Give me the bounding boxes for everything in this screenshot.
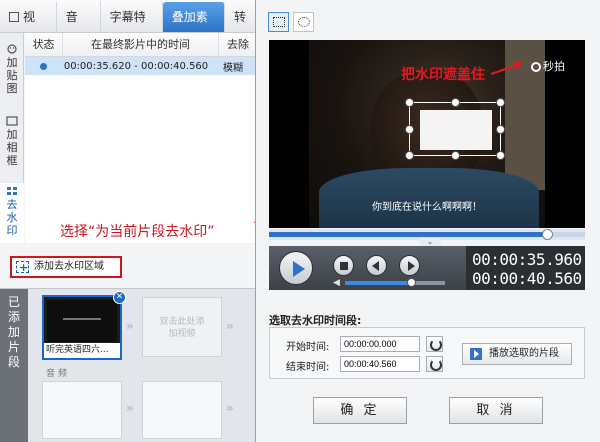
tab-subtitle[interactable]: 字幕特效 [101, 2, 163, 54]
chevron-down-icon[interactable]: ⌄ [419, 238, 441, 246]
frame-icon [6, 116, 18, 126]
side-tabs: 加贴图 加相框 去水印 [0, 33, 24, 243]
chevron-right-icon: » [226, 401, 234, 415]
empty-clip-text: 双击此处添加视频 [159, 317, 205, 339]
player-controls: ◀ 00:00:35.960 00:00:40.560 [269, 246, 585, 290]
add-watermark-label: 添加去水印区域 [34, 261, 104, 272]
time-range-panel: 开始时间: 结束时间: 播放选取的片段 [269, 327, 585, 379]
video-icon [9, 12, 19, 22]
sticker-icon [7, 44, 17, 54]
next-frame-button[interactable] [399, 255, 420, 276]
added-clips-label: 已添加片段 [0, 289, 28, 442]
chevron-right-icon: » [126, 401, 134, 415]
timeline: 已添加片段 听完英语四六... ✕ » 双击此处添加视频 » 音 频 » » [0, 288, 255, 442]
table-row[interactable]: 00:00:35.620 - 00:00:40.560 模糊 [25, 57, 255, 75]
start-time-label: 开始时间: [286, 342, 330, 353]
tab-overlay[interactable]: 叠加素材 [162, 2, 225, 54]
resize-handle[interactable] [405, 151, 414, 160]
tab-video[interactable]: 视 频 [0, 2, 57, 54]
rectangle-select-button[interactable] [268, 12, 289, 32]
chevron-right-icon: » [226, 319, 234, 333]
watermark-list: 状态 在最终影片中的时间 去除 00:00:35.620 - 00:00:40.… [25, 33, 255, 243]
tab-audio[interactable]: 音 频 [57, 2, 101, 54]
volume-icon: ◀ [333, 278, 340, 288]
shape-toolbar [268, 12, 314, 34]
side-tab-label: 去水印 [6, 198, 18, 237]
range-title: 选取去水印时间段: [269, 314, 362, 327]
end-time-label: 结束时间: [286, 362, 330, 373]
side-tab-label: 加相框 [6, 128, 18, 167]
status-dot [40, 62, 47, 70]
clip-caption: 听完英语四六... [44, 343, 120, 358]
side-tab-watermark[interactable]: 去水印 [0, 183, 24, 243]
resize-handle[interactable] [496, 151, 505, 160]
resize-handle[interactable] [451, 98, 460, 107]
seek-handle[interactable] [542, 229, 554, 240]
watermark-cover-box[interactable] [405, 98, 505, 160]
video-clip[interactable]: 听完英语四六... ✕ [42, 291, 126, 360]
tab-bar: 视 频 音 频 字幕特效 叠加素材 转 [0, 0, 255, 54]
side-tab-sticker[interactable]: 加贴图 [0, 41, 24, 99]
tab-transition[interactable]: 转 [225, 2, 255, 32]
clip-thumbnail [47, 300, 117, 342]
watermark-icon [7, 187, 17, 195]
side-tab-label: 加贴图 [6, 56, 18, 95]
audio-slot[interactable] [42, 381, 122, 439]
column-remove: 去除 [227, 38, 249, 51]
ellipse-select-button[interactable] [293, 12, 314, 32]
row-type: 模糊 [223, 62, 243, 74]
close-icon[interactable]: ✕ [113, 291, 126, 304]
end-time-input[interactable] [340, 356, 420, 372]
ellipse-select-icon [298, 17, 310, 27]
play-selected-button[interactable]: 播放选取的片段 [462, 343, 572, 365]
time-display: 00:00:35.960 00:00:40.560 [466, 246, 585, 290]
video-preview[interactable]: 你到底在说什么啊啊啊！ 秒拍 把水印遮盖住 [269, 40, 585, 228]
side-tab-frame[interactable]: 加相框 [0, 113, 24, 171]
column-time: 在最终影片中的时间 [63, 33, 219, 56]
row-time: 00:00:35.620 - 00:00:40.560 [63, 60, 209, 72]
start-time-input[interactable] [340, 336, 420, 352]
resize-handle[interactable] [496, 98, 505, 107]
remove-watermark-dialog: 你到底在说什么啊啊啊！ 秒拍 把水印遮盖住 ⌄ ◀ 00:00:35.960 0… [255, 0, 600, 442]
volume-slider[interactable] [345, 278, 445, 287]
resize-handle[interactable] [405, 98, 414, 107]
tab-label: 转 [233, 10, 246, 24]
rectangle-select-icon [273, 17, 285, 27]
seek-progress [269, 232, 548, 237]
instruction-annotation: 选择“为当前片段去水印” [60, 224, 215, 240]
cover-fill [420, 110, 492, 150]
cancel-button[interactable]: 取 消 [449, 397, 543, 424]
add-region-icon [16, 259, 29, 277]
add-watermark-area-button[interactable]: 添加去水印区域 [10, 256, 122, 278]
column-status: 状态 [25, 33, 63, 56]
resize-handle[interactable] [451, 151, 460, 160]
audio-track-label: 音 频 [46, 369, 67, 379]
volume-handle[interactable] [407, 278, 416, 287]
stop-button[interactable] [333, 255, 354, 276]
resize-handle[interactable] [405, 125, 414, 134]
play-selected-label: 播放选取的片段 [489, 348, 559, 359]
resize-handle[interactable] [496, 125, 505, 134]
audio-slot[interactable] [142, 381, 222, 439]
list-header: 状态 在最终影片中的时间 去除 [25, 33, 255, 57]
current-time: 00:00:35.960 [472, 250, 582, 269]
previous-frame-button[interactable] [366, 255, 387, 276]
play-icon [470, 348, 482, 360]
set-start-time-button[interactable] [426, 336, 443, 352]
set-end-time-button[interactable] [426, 356, 443, 372]
chevron-right-icon: » [126, 319, 134, 333]
ok-button[interactable]: 确 定 [313, 397, 407, 424]
empty-clip-slot[interactable]: 双击此处添加视频 [142, 297, 222, 357]
total-time: 00:00:40.560 [472, 269, 582, 288]
editor-pane: 视 频 音 频 字幕特效 叠加素材 转 加贴图 加相框 去水印 状态 [0, 0, 255, 442]
play-button[interactable] [279, 251, 313, 285]
